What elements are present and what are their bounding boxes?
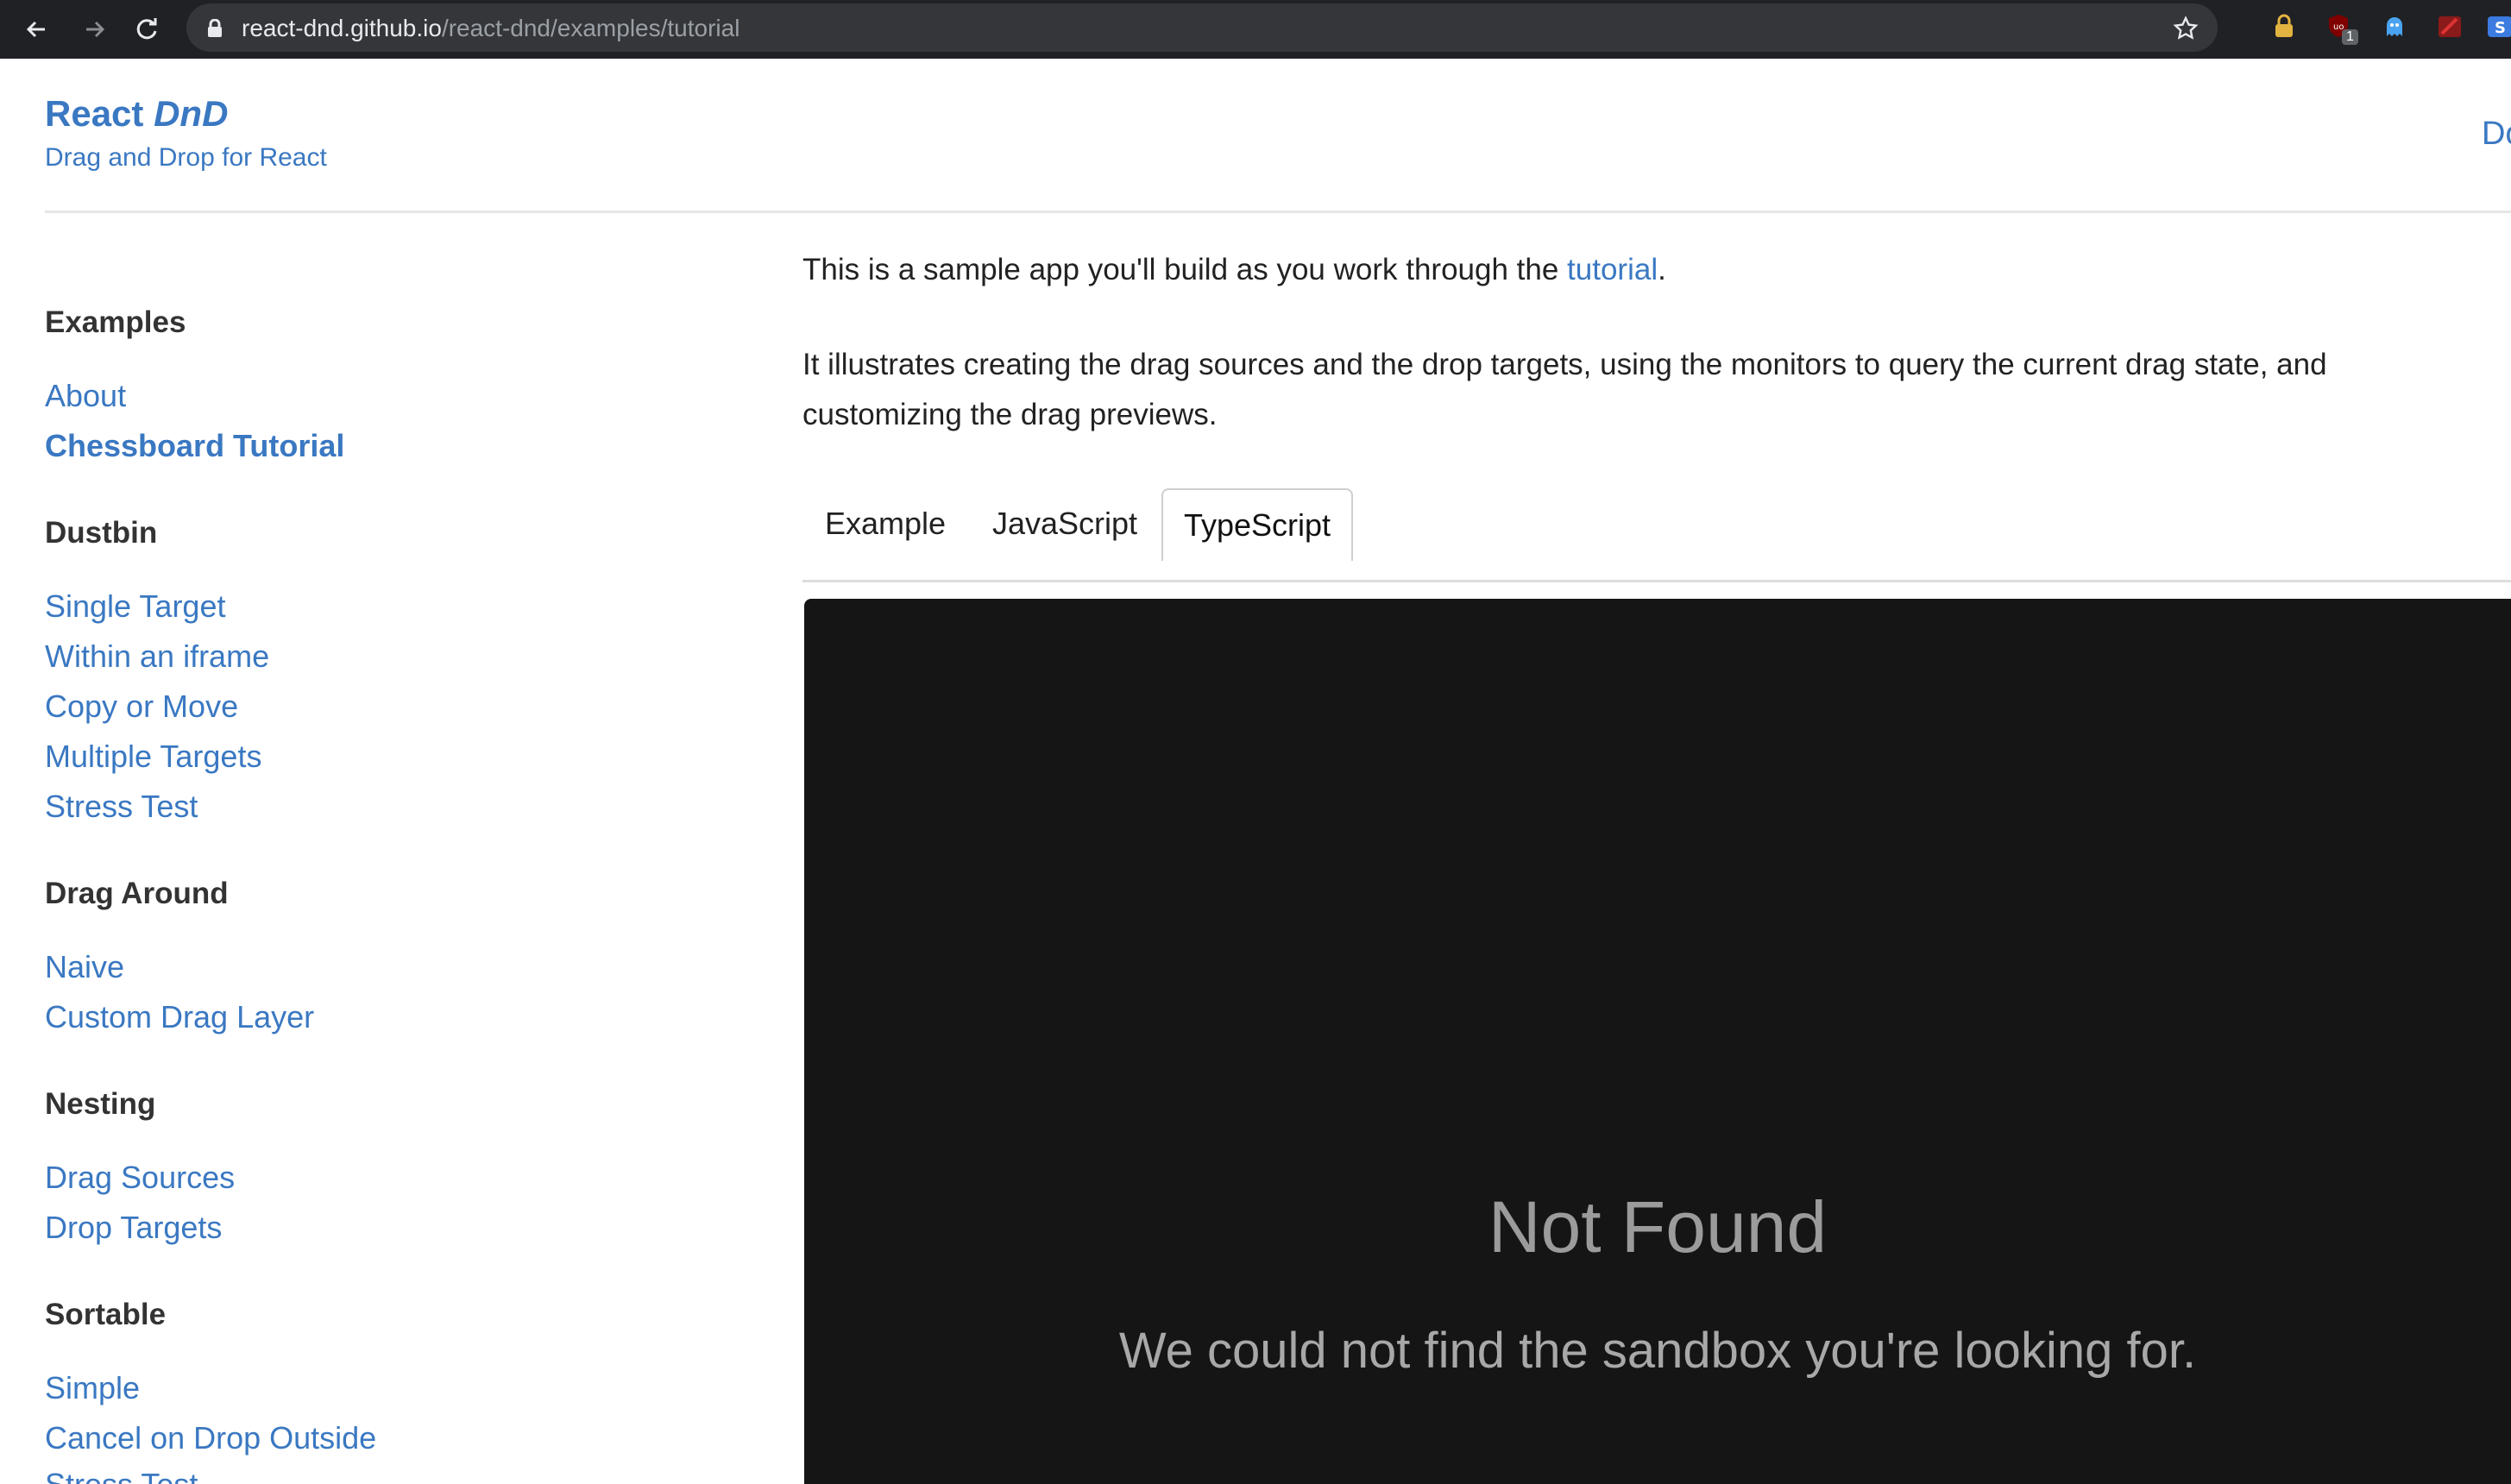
reload-button[interactable] [129, 12, 164, 47]
sidebar-heading-nesting: Nesting [45, 1087, 156, 1121]
extension-ghost-icon[interactable] [2378, 10, 2411, 43]
browser-toolbar: react-dnd.github.io/react-dnd/examples/t… [0, 0, 2511, 59]
forward-arrow-icon [86, 21, 105, 38]
sidebar-item-copy-or-move[interactable]: Copy or Move [45, 689, 238, 725]
sidebar-heading-drag-around: Drag Around [45, 877, 229, 910]
bookmark-star-icon[interactable] [2173, 16, 2199, 41]
site-tagline[interactable]: Drag and Drop for React [45, 143, 327, 173]
sidebar-item-about[interactable]: About [45, 378, 126, 414]
tab-typescript[interactable]: TypeScript [1161, 488, 1353, 561]
sandbox-not-found-message: We could not find the sandbox you're loo… [1118, 1323, 2197, 1379]
sidebar-item-single-target[interactable]: Single Target [45, 588, 225, 625]
sidebar-item-multiple-targets[interactable]: Multiple Targets [45, 739, 261, 775]
forward-button[interactable] [78, 12, 112, 47]
lock-icon [208, 19, 222, 37]
tab-example[interactable]: Example [802, 488, 968, 559]
sidebar-item-stress-test[interactable]: Stress Test [45, 789, 198, 825]
back-button[interactable] [19, 12, 53, 47]
url-text: react-dnd.github.io/react-dnd/examples/t… [242, 15, 739, 42]
intro-text: This is a sample app you'll build as you… [802, 253, 1568, 286]
tab-javascript[interactable]: JavaScript [979, 488, 1151, 559]
sidebar-item-cancel-on-drop-outside[interactable]: Cancel on Drop Outside [45, 1420, 376, 1456]
extension-badge: 1 [2342, 29, 2358, 45]
reload-icon [136, 18, 157, 40]
back-arrow-icon [26, 21, 45, 38]
extension-ublock-icon[interactable]: uo 1 [2323, 10, 2358, 45]
header-divider [45, 211, 2511, 213]
sidebar-item-drop-targets[interactable]: Drop Targets [45, 1210, 222, 1246]
url-path: /react-dnd/examples/tutorial [441, 15, 740, 41]
extension-s-icon[interactable]: S [2483, 10, 2511, 43]
sandbox-embed[interactable]: Not Found We could not find the sandbox … [804, 599, 2511, 1484]
address-bar[interactable]: react-dnd.github.io/react-dnd/examples/t… [186, 3, 2218, 52]
brand-italic: DnD [154, 93, 229, 134]
brand-main: React [45, 93, 144, 134]
sidebar-item-drag-sources[interactable]: Drag Sources [45, 1160, 235, 1196]
sidebar-item-custom-drag-layer[interactable]: Custom Drag Layer [45, 999, 314, 1035]
top-nav-link[interactable]: Do [2482, 116, 2511, 153]
sidebar-item-naive[interactable]: Naive [45, 949, 124, 985]
sidebar-item-sortable-stress-test[interactable]: Stress Test [45, 1467, 198, 1484]
sidebar-item-simple[interactable]: Simple [45, 1370, 140, 1406]
extension-red-icon[interactable] [2433, 10, 2466, 43]
sidebar-item-chessboard-tutorial[interactable]: Chessboard Tutorial [45, 428, 344, 464]
sidebar-heading-sortable: Sortable [45, 1298, 167, 1331]
extension-lock-icon[interactable] [2268, 10, 2300, 43]
sidebar-heading-examples: Examples [45, 305, 186, 339]
tabs-divider [802, 580, 2511, 582]
site-brand[interactable]: React DnD [45, 93, 228, 135]
intro-paragraph: This is a sample app you'll build as you… [802, 245, 2476, 295]
sandbox-not-found-title: Not Found [1488, 1186, 1828, 1267]
sidebar-heading-dustbin: Dustbin [45, 516, 158, 550]
svg-text:S: S [2495, 19, 2506, 37]
intro-period: . [1658, 253, 1666, 286]
tutorial-link[interactable]: tutorial [1567, 253, 1658, 286]
description-paragraph: It illustrates creating the drag sources… [802, 348, 2327, 431]
url-host: react-dnd.github.io [242, 15, 442, 41]
sidebar-item-within-iframe[interactable]: Within an iframe [45, 638, 269, 675]
